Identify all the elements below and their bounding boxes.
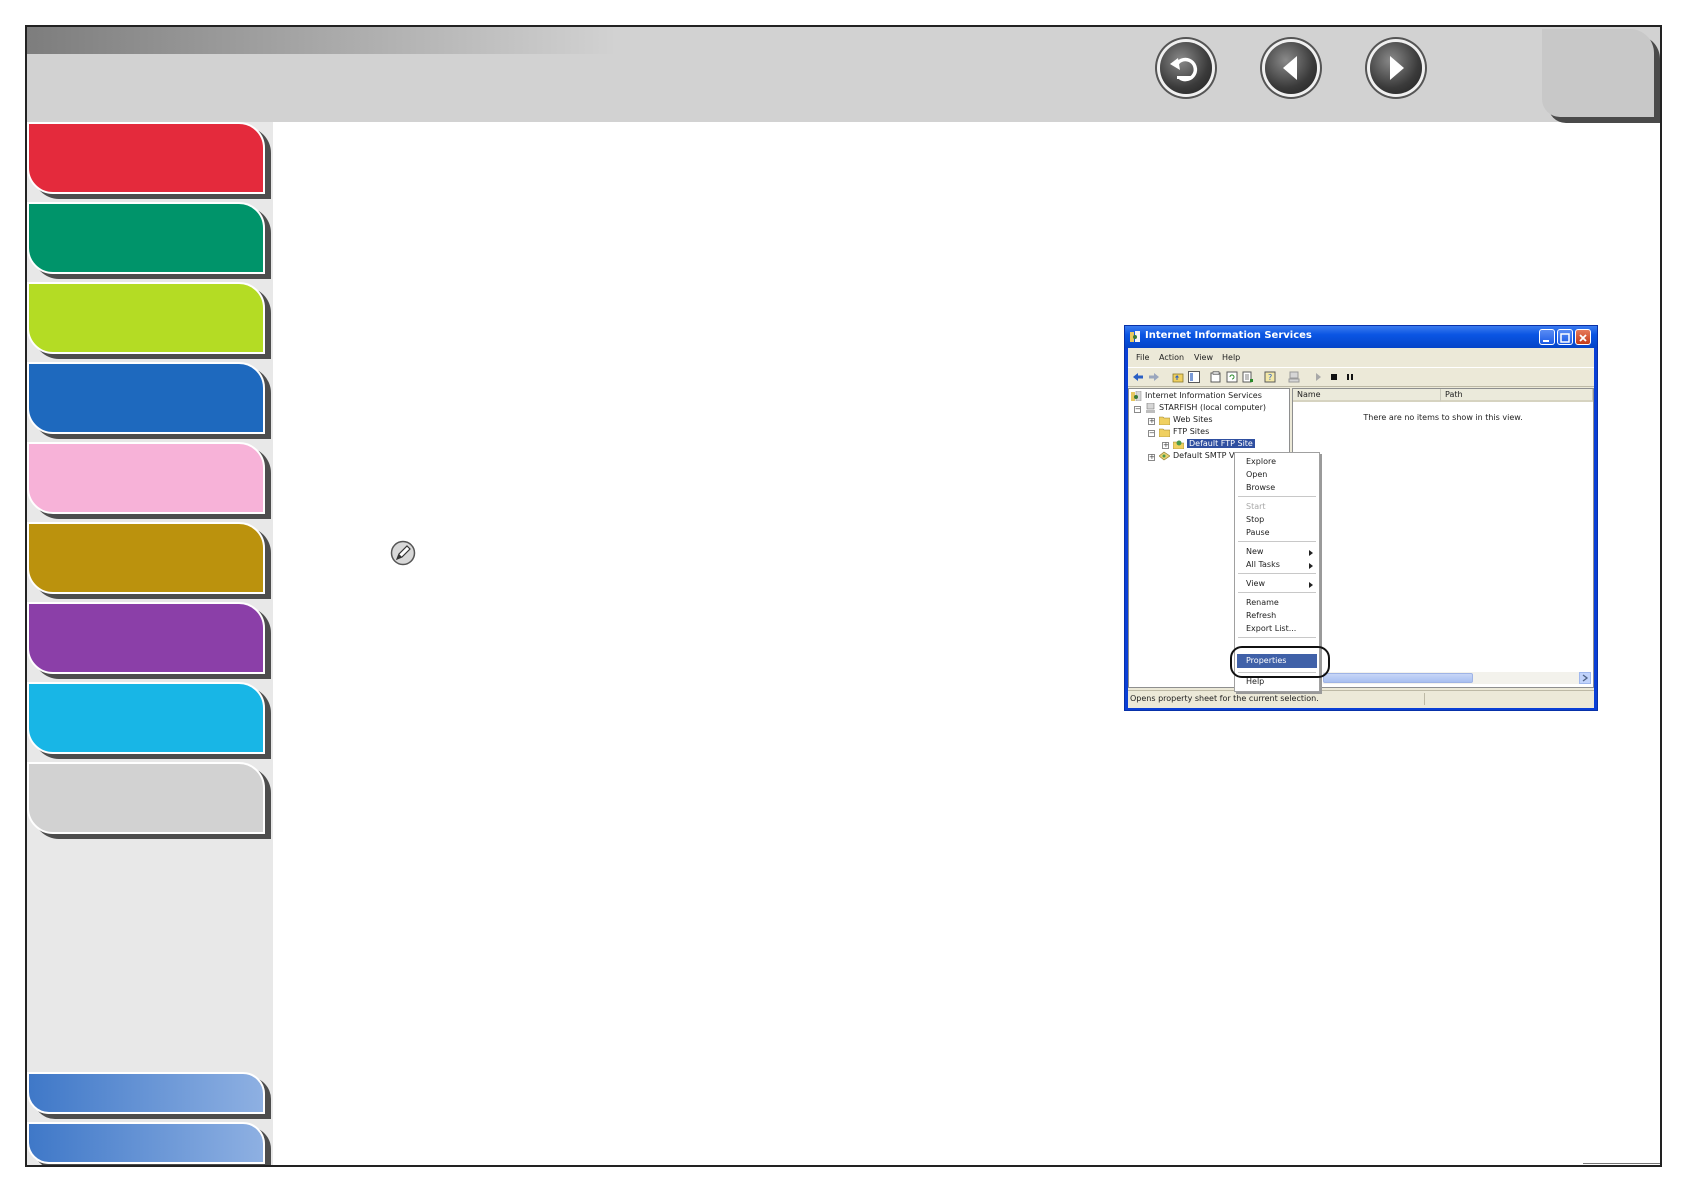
sidebar-tab-1[interactable] xyxy=(27,122,265,194)
expand-toggle[interactable]: + xyxy=(1162,442,1169,449)
forward-arrow-icon[interactable] xyxy=(1148,371,1160,383)
maximize-icon xyxy=(1560,333,1570,343)
sidebar-tab-6[interactable] xyxy=(27,522,265,594)
window-title: Internet Information Services xyxy=(1145,330,1312,341)
expand-toggle[interactable]: + xyxy=(1148,418,1155,425)
next-page-button[interactable] xyxy=(1370,42,1422,94)
pause-icon[interactable] xyxy=(1344,371,1356,383)
sidebar-bottom-tab-2[interactable] xyxy=(27,1122,265,1164)
menu-separator xyxy=(1238,573,1316,574)
back-arrow-icon[interactable] xyxy=(1132,371,1144,383)
toolbar: ? xyxy=(1128,367,1594,387)
iis-app-icon xyxy=(1130,331,1140,342)
maximize-button[interactable] xyxy=(1557,329,1573,345)
menu-item-explore[interactable]: Explore xyxy=(1246,457,1276,466)
menu-item-pause[interactable]: Pause xyxy=(1246,528,1270,537)
sidebar xyxy=(27,122,273,1165)
iis-window-screenshot: Internet Information Services File Actio… xyxy=(1124,325,1598,711)
sidebar-tab-9[interactable] xyxy=(27,762,265,834)
column-header-name[interactable]: Name xyxy=(1293,389,1441,402)
sidebar-tab-7[interactable] xyxy=(27,602,265,674)
left-triangle-icon xyxy=(1283,56,1297,80)
minimize-icon xyxy=(1543,340,1549,342)
pencil-note-icon xyxy=(390,540,416,566)
status-bar: Opens property sheet for the current sel… xyxy=(1128,690,1594,707)
menu-item-open[interactable]: Open xyxy=(1246,470,1267,479)
menu-bar: File Action View Help xyxy=(1128,348,1594,365)
menu-view[interactable]: View xyxy=(1194,353,1213,362)
menu-help[interactable]: Help xyxy=(1222,353,1240,362)
sidebar-tab-5[interactable] xyxy=(27,442,265,514)
close-icon xyxy=(1579,334,1587,342)
submenu-arrow-icon xyxy=(1309,563,1313,569)
sidebar-tab-3[interactable] xyxy=(27,282,265,354)
menu-item-help[interactable]: Help xyxy=(1246,677,1264,686)
chevron-right-icon xyxy=(1582,674,1589,682)
menu-separator xyxy=(1238,496,1316,497)
computer-icon[interactable] xyxy=(1288,371,1300,383)
menu-item-start[interactable]: Start xyxy=(1246,502,1266,511)
sidebar-tab-8[interactable] xyxy=(27,682,265,754)
start-icon[interactable] xyxy=(1312,371,1324,383)
menu-separator xyxy=(1238,592,1316,593)
submenu-arrow-icon xyxy=(1309,550,1313,556)
horizontal-scrollbar[interactable] xyxy=(1323,672,1591,684)
sidebar-tab-4[interactable] xyxy=(27,362,265,434)
return-arrow-icon xyxy=(1170,57,1198,82)
menu-action[interactable]: Action xyxy=(1159,353,1184,362)
stop-icon[interactable] xyxy=(1328,371,1340,383)
submenu-arrow-icon xyxy=(1309,582,1313,588)
svg-text:?: ? xyxy=(1268,373,1272,382)
sidebar-bottom-tab-1[interactable] xyxy=(27,1072,265,1114)
menu-item-export-list[interactable]: Export List... xyxy=(1246,624,1296,633)
menu-item-stop[interactable]: Stop xyxy=(1246,515,1264,524)
menu-item-refresh[interactable]: Refresh xyxy=(1246,611,1276,620)
collapse-toggle[interactable]: − xyxy=(1148,430,1155,437)
menu-item-view[interactable]: View xyxy=(1246,579,1265,588)
smtp-server-icon xyxy=(1159,451,1170,461)
menu-file[interactable]: File xyxy=(1136,353,1149,362)
window-titlebar: Internet Information Services xyxy=(1125,326,1597,348)
window-client: File Action View Help ? Internet Informa… xyxy=(1128,348,1594,708)
empty-list-message: There are no items to show in this view. xyxy=(1363,413,1523,422)
properties-icon[interactable] xyxy=(1210,371,1222,383)
page-number-rule xyxy=(1583,1163,1660,1164)
minimize-button[interactable] xyxy=(1539,329,1555,345)
folder-icon xyxy=(1159,428,1170,437)
list-pane: Name Path There are no items to show in … xyxy=(1292,388,1594,688)
close-button[interactable] xyxy=(1575,329,1591,345)
scrollbar-thumb[interactable] xyxy=(1323,673,1473,683)
right-triangle-icon xyxy=(1390,56,1404,80)
corner-page-tab[interactable] xyxy=(1542,29,1654,117)
menu-item-browse[interactable]: Browse xyxy=(1246,483,1275,492)
help-icon[interactable]: ? xyxy=(1264,371,1276,383)
header-bar xyxy=(27,27,1660,122)
menu-item-all-tasks[interactable]: All Tasks xyxy=(1246,560,1280,569)
column-header-path[interactable]: Path xyxy=(1441,389,1593,402)
menu-separator xyxy=(1238,541,1316,542)
ftp-site-icon xyxy=(1173,440,1184,449)
up-folder-icon[interactable] xyxy=(1172,371,1184,383)
export-list-icon[interactable] xyxy=(1242,371,1254,383)
properties-callout-outline xyxy=(1230,646,1330,678)
folder-icon xyxy=(1159,416,1170,425)
header-gradient xyxy=(27,27,617,54)
status-separator xyxy=(1424,693,1425,705)
collapse-toggle[interactable]: − xyxy=(1134,406,1141,413)
menu-separator xyxy=(1238,637,1316,638)
sidebar-tab-2[interactable] xyxy=(27,202,265,274)
back-button[interactable] xyxy=(1160,42,1212,94)
expand-toggle[interactable]: + xyxy=(1148,454,1155,461)
menu-item-rename[interactable]: Rename xyxy=(1246,598,1279,607)
previous-page-button[interactable] xyxy=(1265,42,1317,94)
computer-node-icon xyxy=(1146,403,1155,413)
menu-item-new[interactable]: New xyxy=(1246,547,1263,556)
refresh-icon[interactable] xyxy=(1226,371,1238,383)
iis-root-icon xyxy=(1131,391,1142,401)
scroll-right-arrow[interactable] xyxy=(1579,672,1591,684)
show-tree-icon[interactable] xyxy=(1188,371,1200,383)
status-text: Opens property sheet for the current sel… xyxy=(1130,694,1319,703)
